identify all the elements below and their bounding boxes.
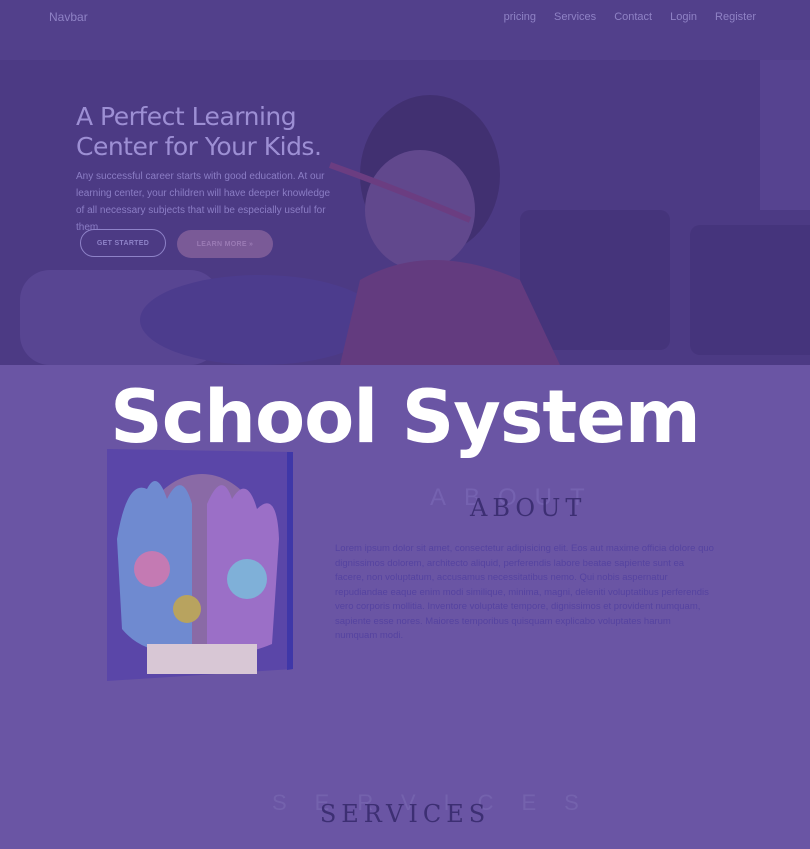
hero-section: Navbar pricing Services Contact Login Re… xyxy=(0,0,810,365)
about-image xyxy=(107,449,293,681)
nav-link-pricing[interactable]: pricing xyxy=(504,11,536,23)
navbar-brand[interactable]: Navbar xyxy=(49,10,88,24)
hero-text: Any successful career starts with good e… xyxy=(76,171,331,233)
double-chevron-right-icon: » xyxy=(249,240,254,248)
services-heading: SERVICES xyxy=(319,800,491,828)
about-heading: ABOUT xyxy=(470,494,587,522)
nav-link-services[interactable]: Services xyxy=(554,11,596,23)
nav-link-register[interactable]: Register xyxy=(715,11,756,23)
navbar: Navbar pricing Services Contact Login Re… xyxy=(0,0,810,34)
learn-more-label: LEARN MORE xyxy=(196,240,247,248)
get-started-button[interactable]: GET STARTED xyxy=(80,229,166,257)
nav-links: pricing Services Contact Login Register xyxy=(504,11,756,23)
about-text: Lorem ipsum dolor sit amet, consectetur … xyxy=(335,543,714,641)
learn-more-button[interactable]: LEARN MORE » xyxy=(177,230,273,258)
nav-link-contact[interactable]: Contact xyxy=(614,11,652,23)
hero-title: A Perfect Learning Center for Your Kids. xyxy=(76,102,322,161)
nav-link-login[interactable]: Login xyxy=(670,11,697,23)
